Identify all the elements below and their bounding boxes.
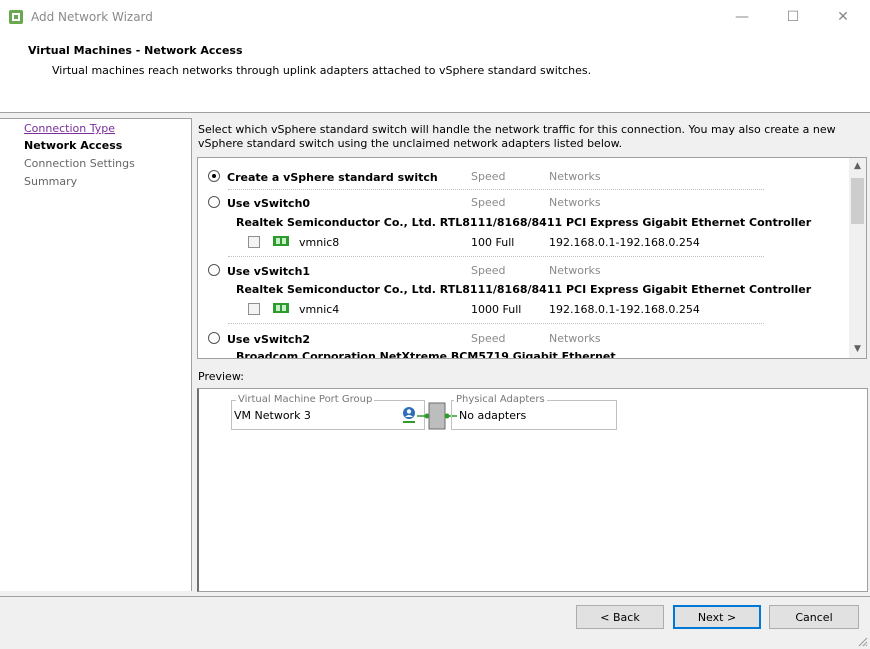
vsphere-app-icon bbox=[9, 10, 23, 24]
nic-speed: 1000 Full bbox=[471, 303, 522, 316]
vm-network-icon bbox=[403, 407, 415, 423]
preview-label: Preview: bbox=[198, 370, 244, 383]
wizard-header: Virtual Machines - Network Access Virtua… bbox=[0, 34, 870, 113]
maximize-icon[interactable]: ☐ bbox=[778, 6, 808, 28]
next-button[interactable]: Next > bbox=[673, 605, 761, 629]
controller-name: Realtek Semiconductor Co., Ltd. RTL8111/… bbox=[236, 216, 812, 229]
nic-networks: 192.168.0.1-192.168.0.254 bbox=[549, 236, 700, 249]
minimize-icon[interactable]: — bbox=[727, 6, 757, 28]
option-vswitch2[interactable]: Use vSwitch2 bbox=[208, 332, 310, 346]
option-create-switch[interactable]: Create a vSphere standard switch bbox=[208, 170, 438, 184]
divider bbox=[228, 256, 764, 257]
title-bar: Add Network Wizard — ☐ ✕ bbox=[0, 0, 870, 34]
nic-name: vmnic4 bbox=[299, 303, 340, 316]
option-label: Use vSwitch1 bbox=[227, 265, 311, 278]
step-summary: Summary bbox=[24, 175, 78, 188]
networks-header: Networks bbox=[549, 264, 601, 277]
cancel-button[interactable]: Cancel bbox=[769, 605, 859, 629]
step-network-access: Network Access bbox=[24, 139, 123, 152]
window-title: Add Network Wizard bbox=[31, 10, 153, 24]
instructions-text: Select which vSphere standard switch wil… bbox=[198, 123, 836, 150]
step-connection-settings: Connection Settings bbox=[24, 157, 135, 170]
option-vswitch1[interactable]: Use vSwitch1 bbox=[208, 264, 310, 278]
network-adapter-icon bbox=[273, 303, 289, 313]
checkbox-vmnic8[interactable] bbox=[248, 236, 260, 248]
scroll-down-icon[interactable]: ▼ bbox=[849, 341, 866, 358]
close-icon[interactable]: ✕ bbox=[828, 6, 858, 28]
back-button[interactable]: < Back bbox=[576, 605, 664, 629]
scroll-up-icon[interactable]: ▲ bbox=[849, 158, 866, 175]
nic-name: vmnic8 bbox=[299, 236, 340, 249]
controller-name: Realtek Semiconductor Co., Ltd. RTL8111/… bbox=[236, 283, 812, 296]
divider bbox=[228, 189, 764, 190]
speed-header: Speed bbox=[471, 264, 506, 277]
divider bbox=[228, 323, 764, 324]
wizard-steps: Connection Type Network Access Connectio… bbox=[0, 118, 192, 591]
physical-adapters-legend: Physical Adapters bbox=[454, 394, 547, 405]
step-connection-type[interactable]: Connection Type bbox=[24, 122, 115, 135]
nic-speed: 100 Full bbox=[471, 236, 515, 249]
checkbox-vmnic4[interactable] bbox=[248, 303, 260, 315]
radio-vswitch1[interactable] bbox=[208, 264, 220, 276]
page-subtitle: Virtual machines reach networks through … bbox=[52, 64, 592, 77]
network-adapter-icon bbox=[273, 236, 289, 246]
port-group-name: VM Network 3 bbox=[234, 409, 311, 422]
port-group-legend: Virtual Machine Port Group bbox=[236, 394, 375, 405]
speed-header: Speed bbox=[471, 170, 506, 183]
radio-vswitch2[interactable] bbox=[208, 332, 220, 344]
speed-header: Speed bbox=[471, 196, 506, 209]
networks-header: Networks bbox=[549, 196, 601, 209]
option-label: Use vSwitch2 bbox=[227, 333, 311, 346]
physical-adapters-value: No adapters bbox=[459, 409, 527, 422]
speed-header: Speed bbox=[471, 332, 506, 345]
switch-list: Create a vSphere standard switch Speed N… bbox=[197, 157, 867, 359]
nic-networks: 192.168.0.1-192.168.0.254 bbox=[549, 303, 700, 316]
page-title: Virtual Machines - Network Access bbox=[28, 44, 243, 57]
option-vswitch0[interactable]: Use vSwitch0 bbox=[208, 196, 310, 210]
scrollbar-thumb[interactable] bbox=[851, 178, 864, 224]
option-label: Create a vSphere standard switch bbox=[227, 171, 438, 184]
radio-create-switch[interactable] bbox=[208, 170, 220, 182]
networks-header: Networks bbox=[549, 332, 601, 345]
networks-header: Networks bbox=[549, 170, 601, 183]
radio-vswitch0[interactable] bbox=[208, 196, 220, 208]
footer-divider bbox=[0, 596, 870, 597]
option-label: Use vSwitch0 bbox=[227, 197, 311, 210]
controller-name: Broadcom Corporation NetXtreme BCM5719 G… bbox=[236, 350, 616, 359]
resize-grip-icon[interactable] bbox=[856, 635, 868, 647]
vertical-scrollbar[interactable]: ▲ ▼ bbox=[849, 158, 866, 358]
